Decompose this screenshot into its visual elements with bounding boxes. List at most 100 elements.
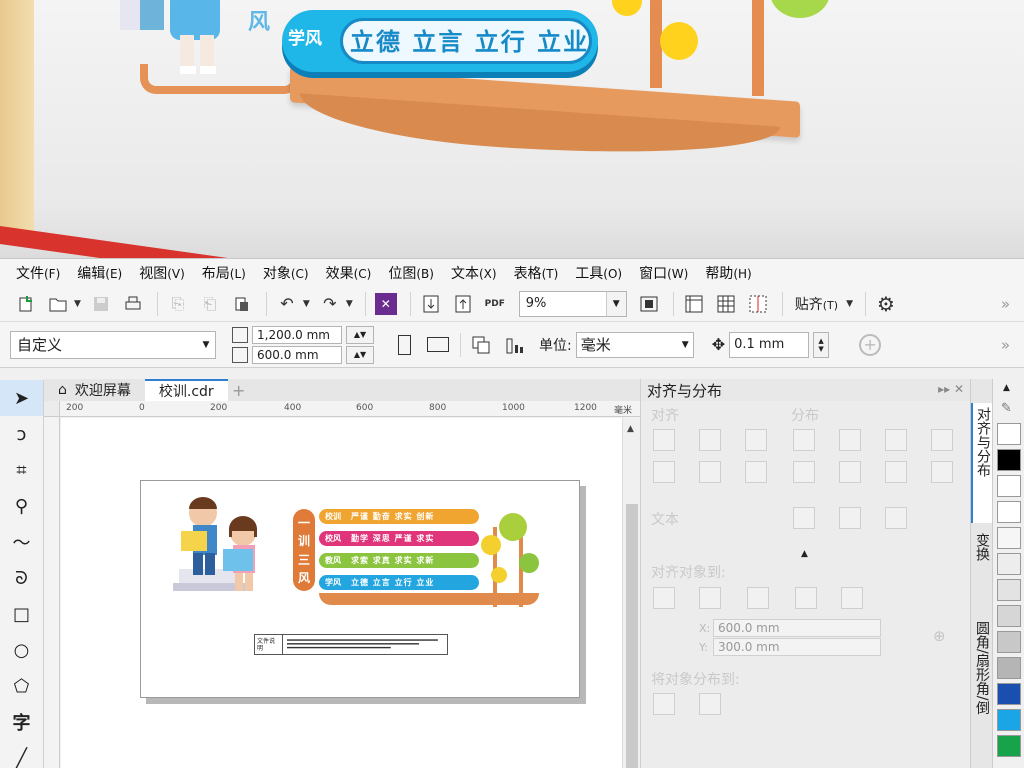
landscape-button[interactable] [426,332,450,358]
show-grid-button[interactable] [712,290,740,318]
zoom-tool-icon[interactable]: ⚲ [0,488,43,524]
menu-item-9[interactable]: 工具(O) [575,263,622,283]
overflow-chevrons-icon[interactable]: » [1001,336,1010,354]
import-button[interactable] [417,290,445,318]
color-swatch[interactable] [997,683,1021,705]
undo-icon[interactable]: ↶ [273,290,301,318]
vertical-scrollbar[interactable]: ▲ [622,418,640,768]
chevron-down-icon[interactable]: ▼ [303,299,310,309]
distribute-option-icon[interactable] [793,461,815,483]
page-width-field[interactable]: 1,200.0 mm [252,325,342,344]
dimension-tool-icon[interactable]: ╱ [0,740,43,768]
height-spinner[interactable]: ▲▼ [346,345,374,364]
color-swatch[interactable] [997,423,1021,445]
menu-item-7[interactable]: 文本(X) [451,263,497,283]
units-select[interactable]: 毫米 ▼ [575,331,694,358]
rectangle-tool-icon[interactable]: □ [0,596,43,632]
show-rulers-button[interactable] [680,290,708,318]
align-option-icon[interactable] [699,429,721,451]
color-swatch[interactable] [997,657,1021,679]
pick-tool-icon[interactable]: ➤ [0,380,43,416]
target-icon[interactable]: ⊕ [933,627,946,645]
align-option-icon[interactable] [745,429,767,451]
menu-item-1[interactable]: 编辑(E) [77,263,122,283]
align-option-icon[interactable] [653,429,675,451]
text-align-option-icon[interactable] [885,507,907,529]
distribute-option-icon[interactable] [793,429,815,451]
width-spinner[interactable]: ▲▼ [346,325,374,344]
shape-tool-icon[interactable]: ↄ [0,416,43,452]
ellipse-tool-icon[interactable]: ○ [0,632,43,668]
ruler-origin[interactable] [44,401,60,417]
x-position-field[interactable]: 600.0 mm [713,619,881,637]
tab-document[interactable]: 校训.cdr [144,379,228,401]
portrait-button[interactable] [392,332,416,358]
color-swatch[interactable] [997,579,1021,601]
menu-item-0[interactable]: 文件(F) [16,263,60,283]
color-swatch[interactable] [997,709,1021,731]
chevron-down-icon[interactable]: ▼ [682,340,689,350]
text-align-option-icon[interactable] [793,507,815,529]
tab-align-distribute[interactable]: 对齐与分布 [971,403,993,523]
all-pages-button[interactable] [469,332,493,358]
color-swatch[interactable] [997,449,1021,471]
cut-button[interactable]: ⎘ [164,290,192,318]
color-swatch[interactable] [997,475,1021,497]
align-to-active-icon[interactable] [653,587,675,609]
redo-icon[interactable]: ↷ [316,290,344,318]
menu-item-4[interactable]: 对象(C) [263,263,309,283]
new-tab-icon[interactable]: + [228,379,250,401]
distribute-option-icon[interactable] [931,429,953,451]
paste-button[interactable] [228,290,256,318]
text-align-option-icon[interactable] [839,507,861,529]
align-to-grid-icon[interactable] [795,587,817,609]
freehand-tool-icon[interactable]: 〜 [0,524,43,560]
save-button[interactable] [87,290,115,318]
page-preset-select[interactable]: 自定义 ▼ [10,330,216,359]
chevron-down-icon[interactable]: ▼ [605,291,626,316]
distribute-option-icon[interactable] [931,461,953,483]
distribute-to-selection-icon[interactable] [653,693,675,715]
publish-pdf-button[interactable]: PDF [481,290,509,318]
zoom-level-select[interactable]: 9% ▼ [518,290,627,317]
color-swatch[interactable] [997,527,1021,549]
search-content-button[interactable]: ✕ [372,290,400,318]
tab-welcome[interactable]: ⌂ 欢迎屏幕 [44,379,145,401]
vertical-ruler[interactable] [44,417,60,768]
chevron-down-icon[interactable]: ▼ [846,299,853,309]
align-option-icon[interactable] [653,461,675,483]
color-swatch[interactable] [997,631,1021,653]
distribute-option-icon[interactable] [885,429,907,451]
menu-item-3[interactable]: 布局(L) [202,263,246,283]
tab-fillet[interactable]: 圆角/扇形角/倒 [971,617,993,768]
full-screen-preview-button[interactable] [635,290,663,318]
crop-tool-icon[interactable]: ⌗ [0,452,43,488]
color-swatch[interactable] [997,501,1021,523]
text-tool-icon[interactable]: 字 [0,704,43,740]
align-option-icon[interactable] [699,461,721,483]
show-guidelines-button[interactable] [744,290,772,318]
distribute-to-page-icon[interactable] [699,693,721,715]
nudge-distance-field[interactable]: 0.1 mm [729,331,810,358]
expand-triangle-icon[interactable]: ▲ [801,549,808,559]
export-button[interactable] [449,290,477,318]
chevron-down-icon[interactable]: ▼ [346,299,353,309]
scrollbar-thumb[interactable] [626,504,638,768]
color-swatch[interactable] [997,735,1021,757]
menu-item-11[interactable]: 帮助(H) [705,263,751,283]
distribute-option-icon[interactable] [839,461,861,483]
menu-item-2[interactable]: 视图(V) [139,263,185,283]
color-swatch[interactable] [997,553,1021,575]
gear-icon[interactable]: ⚙ [872,290,900,318]
distribute-option-icon[interactable] [839,429,861,451]
chevron-down-icon[interactable]: ▼ [74,299,81,309]
snap-to-button[interactable]: 贴齐(T) [795,294,838,314]
add-icon[interactable]: + [859,333,882,356]
align-to-page-center-icon[interactable] [747,587,769,609]
tab-transform[interactable]: 变换 [971,529,993,609]
palette-scroll-up-icon[interactable]: ▲ [1003,383,1010,393]
polygon-tool-icon[interactable]: ⬠ [0,668,43,704]
drawing-canvas[interactable]: 一训三风 校训 严谨 勤奋 求实 创新 校风 勤学 深思 严谨 求实 教风 求索 求真 求… [61,418,622,768]
docker-controls[interactable]: ▸▸ ✕ [938,382,964,396]
artistic-media-icon[interactable]: ᘐ [0,560,43,596]
